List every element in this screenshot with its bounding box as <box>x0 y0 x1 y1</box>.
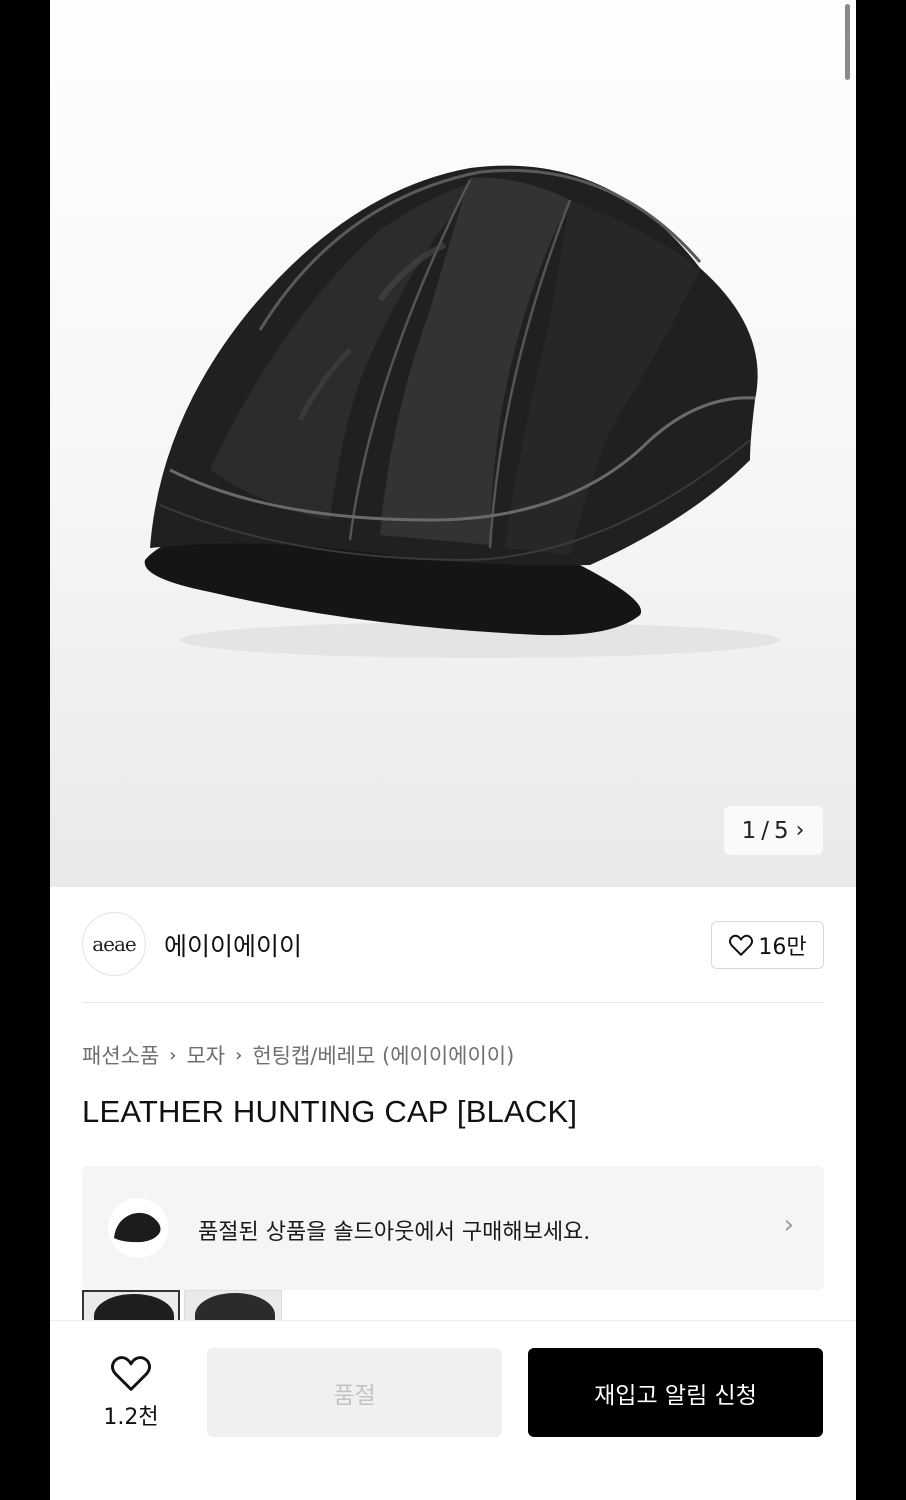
scrollbar[interactable] <box>845 4 850 80</box>
heart-outline-icon <box>111 1356 151 1391</box>
product-image <box>144 165 780 658</box>
cap-thumbnail-image <box>114 1212 161 1243</box>
soldout-banner-text: 품절된 상품을 솔드아웃에서 구매해보세요. <box>198 1220 591 1245</box>
soldout-banner[interactable]: 품절된 상품을 솔드아웃에서 구매해보세요. › <box>82 1166 824 1290</box>
restock-alert-button[interactable]: 재입고 알림 신청 <box>528 1348 823 1437</box>
breadcrumb-item-category[interactable]: 패션소품 <box>82 1040 159 1070</box>
product-image-gallery[interactable]: 1 / 5 › <box>50 0 856 887</box>
brand-logo[interactable]: aeae <box>82 912 146 976</box>
brand-like-button[interactable]: 16만 <box>711 921 824 969</box>
wishlist-button[interactable]: 1.2천 <box>90 1353 172 1431</box>
brand-row: aeae 에이이에이이 16만 <box>82 912 824 978</box>
pager-total: 5 <box>773 817 790 844</box>
image-pager[interactable]: 1 / 5 › <box>724 806 823 855</box>
bottom-action-bar: 1.2천 품절 재입고 알림 신청 <box>50 1320 856 1500</box>
thumbnail-strip <box>82 1290 286 1322</box>
soldout-thumbnail <box>108 1198 168 1258</box>
brand-name[interactable]: 에이이에이이 <box>164 927 302 963</box>
chevron-right-icon: › <box>169 1044 177 1066</box>
heart-outline-icon <box>729 934 754 956</box>
chevron-right-icon: › <box>783 1210 794 1240</box>
thumbnail-item[interactable] <box>184 1290 282 1322</box>
chevron-right-icon: › <box>235 1044 243 1066</box>
product-screen: 1 / 5 › aeae 에이이에이이 16만 패션소품 › 모자 › 헌팅캡/… <box>50 0 856 1500</box>
chevron-right-icon[interactable]: › <box>796 818 806 843</box>
pager-current: 1 <box>741 817 758 844</box>
product-title: LEATHER HUNTING CAP [BLACK] <box>82 1094 578 1129</box>
divider <box>82 1002 824 1003</box>
breadcrumb: 패션소품 › 모자 › 헌팅캡/베레모 (에이이에이이) <box>82 1040 514 1070</box>
breadcrumb-item-subcategory[interactable]: 모자 <box>186 1040 225 1070</box>
thumbnail-item[interactable] <box>82 1290 180 1322</box>
pager-separator: / <box>761 817 770 844</box>
brand-logo-text: aeae <box>92 932 137 956</box>
wishlist-count: 1.2천 <box>103 1405 159 1430</box>
breadcrumb-item-type[interactable]: 헌팅캡/베레모 (에이이에이이) <box>252 1040 514 1070</box>
brand-like-count: 16만 <box>758 935 807 960</box>
soldout-button: 품절 <box>207 1348 502 1437</box>
